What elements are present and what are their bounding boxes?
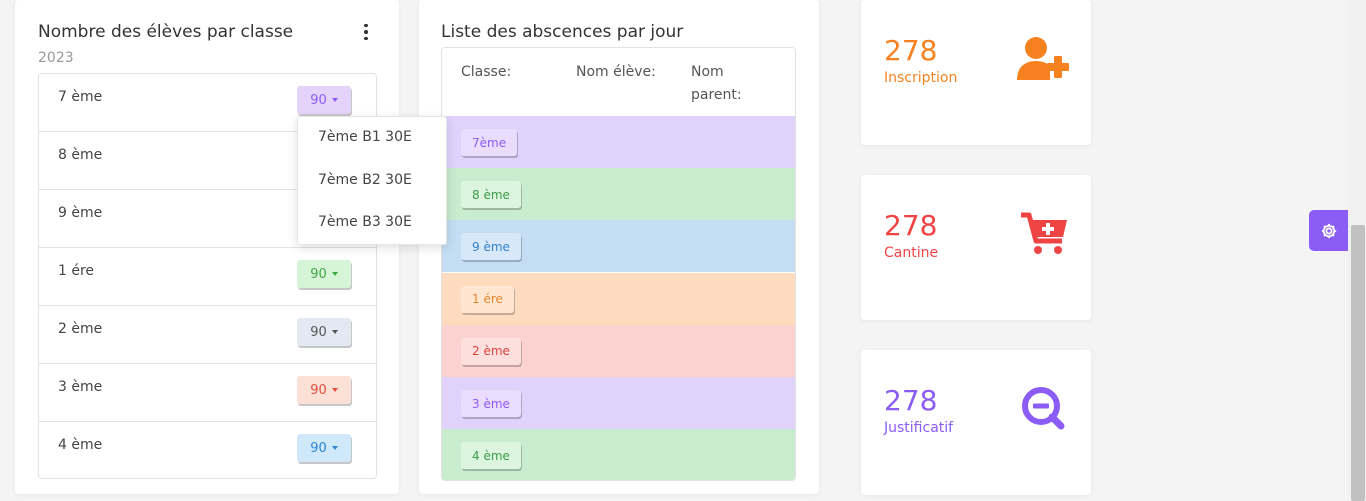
stat-label: Cantine	[884, 245, 939, 261]
search-minus-icon	[1022, 387, 1065, 430]
student-count-dropdown[interactable]: 90	[297, 376, 351, 404]
header-classe: Classe:	[461, 64, 512, 80]
stat-value: 278	[884, 209, 938, 242]
class-row: 1 ére 90	[39, 248, 376, 306]
header-nom-eleve: Nom élève:	[576, 64, 656, 80]
stat-label: Inscription	[884, 70, 958, 86]
stat-value: 278	[884, 34, 938, 67]
stat-value: 278	[884, 384, 938, 417]
class-label: 9 ème	[58, 205, 103, 221]
student-count: 90	[310, 382, 327, 398]
dropdown-option[interactable]: 7ème B2 30E	[318, 172, 412, 188]
student-count-dropdown[interactable]: 90	[297, 86, 351, 114]
caret-down-icon	[331, 388, 338, 392]
table-row: 2 ème	[442, 324, 795, 377]
class-chip[interactable]: 1 ére	[461, 285, 514, 313]
class-label: 1 ére	[58, 263, 95, 279]
gear-icon	[1321, 223, 1337, 238]
student-count: 90	[310, 266, 327, 282]
table-row: 9 ème	[442, 220, 795, 273]
student-count-dropdown[interactable]: 90	[297, 260, 351, 288]
dropdown-option[interactable]: 7ème B1 30E	[318, 129, 412, 145]
students-per-class-card: Nombre des élèves par classe 2023 7 ème 9…	[15, 0, 399, 494]
class-chip[interactable]: 8 ème	[461, 181, 521, 209]
caret-down-icon	[331, 272, 338, 276]
class-chip[interactable]: 9 ème	[461, 233, 521, 261]
class-label: 8 ème	[58, 147, 103, 163]
class-chip[interactable]: 3 ème	[461, 390, 521, 417]
students-card-title: Nombre des élèves par classe	[38, 22, 294, 42]
caret-down-icon	[331, 330, 338, 334]
absences-card-title: Liste des abscences par jour	[441, 22, 684, 42]
class-label: 2 ème	[58, 321, 103, 337]
table-row: 3 ème	[442, 377, 795, 429]
caret-down-icon	[331, 446, 338, 450]
class-chip[interactable]: 2 ème	[461, 337, 521, 365]
caret-down-icon	[331, 98, 338, 102]
settings-button[interactable]	[1309, 210, 1349, 251]
class-label: 4 ème	[58, 437, 103, 453]
scrollbar-thumb[interactable]	[1351, 225, 1365, 501]
class-row: 2 ème 90	[39, 306, 376, 364]
class-chip[interactable]: 4 ème	[461, 442, 521, 470]
table-row: 7ème	[442, 116, 795, 168]
student-count: 90	[310, 440, 327, 456]
cart-plus-icon	[1021, 212, 1067, 254]
header-nom-parent: Nom parent:	[691, 64, 742, 103]
student-count: 90	[310, 324, 327, 340]
student-count-dropdown[interactable]: 90	[297, 318, 351, 346]
table-row: 8 ème	[442, 168, 795, 221]
table-row: 4 ème	[442, 429, 795, 480]
students-card-year: 2023	[38, 50, 74, 66]
class-dropdown-menu: 7ème B1 30E 7ème B2 30E 7ème B3 30E	[297, 116, 447, 245]
student-count-dropdown[interactable]: 90	[297, 434, 351, 462]
class-label: 3 ème	[58, 379, 103, 395]
class-label: 7 ème	[58, 89, 103, 105]
more-options-icon[interactable]	[357, 22, 375, 42]
absences-table: Classe: Nom élève: Nom parent: 7ème 8 ème…	[441, 47, 796, 481]
student-count: 90	[310, 92, 327, 108]
dropdown-option[interactable]: 7ème B3 30E	[318, 214, 412, 230]
class-row: 3 ème 90	[39, 364, 376, 422]
user-plus-icon	[1017, 37, 1069, 80]
table-row: 1 ére	[442, 272, 795, 325]
stat-card-justificatif[interactable]: 278 Justificatif	[861, 350, 1091, 495]
stat-label: Justificatif	[884, 420, 954, 436]
absences-card: Liste des abscences par jour Classe: Nom…	[419, 0, 819, 494]
stat-card-cantine[interactable]: 278 Cantine	[861, 175, 1091, 320]
class-chip[interactable]: 7ème	[461, 129, 518, 156]
stat-card-inscription[interactable]: 278 Inscription	[861, 0, 1091, 145]
class-row: 4 ème 90	[39, 422, 376, 480]
table-header: Classe: Nom élève: Nom parent:	[442, 48, 795, 116]
